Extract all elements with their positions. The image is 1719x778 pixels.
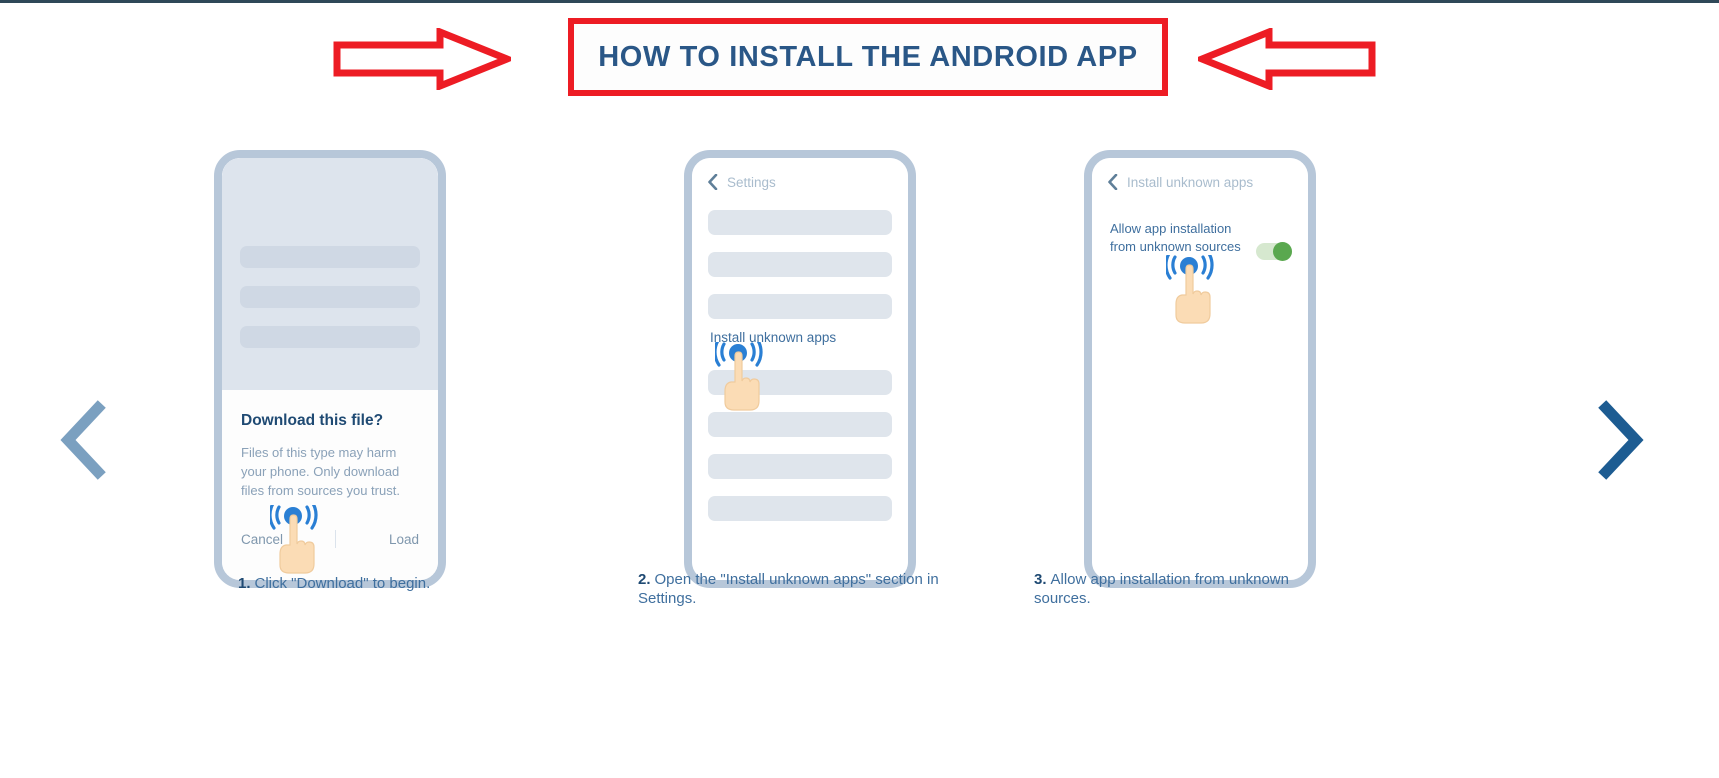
phone-screen-1: Download this file? Files of this type m… bbox=[222, 158, 438, 580]
list-item[interactable] bbox=[708, 412, 892, 437]
page-top-rule bbox=[0, 0, 1719, 3]
download-dialog: Download this file? Files of this type m… bbox=[222, 390, 438, 580]
steps-container: Download this file? Files of this type m… bbox=[0, 150, 1719, 670]
tap-gesture-icon bbox=[1166, 255, 1214, 324]
page-title-box: HOW TO INSTALL THE ANDROID APP bbox=[568, 18, 1168, 96]
step-2-caption-text: Open the "Install unknown apps" section … bbox=[638, 571, 939, 608]
page-title: HOW TO INSTALL THE ANDROID APP bbox=[598, 40, 1138, 73]
arrow-right-outline-icon bbox=[333, 28, 511, 90]
step-3-caption: 3. Allow app installation from unknown so… bbox=[1034, 570, 1334, 608]
phone-screen-3: Install unknown apps Allow app installat… bbox=[1092, 158, 1308, 580]
step-1-number: 1. bbox=[238, 575, 251, 592]
chevron-left-icon[interactable] bbox=[708, 174, 718, 190]
list-item[interactable] bbox=[708, 496, 892, 521]
page-placeholder-area bbox=[222, 158, 438, 390]
page-root: HOW TO INSTALL THE ANDROID APP Download … bbox=[0, 0, 1719, 778]
arrow-left-outline-icon bbox=[1198, 28, 1376, 90]
placeholder-line bbox=[240, 326, 420, 348]
step-1: Download this file? Files of this type m… bbox=[120, 150, 540, 592]
phone-mockup-1: Download this file? Files of this type m… bbox=[214, 150, 446, 588]
download-dialog-actions: Cancel Load bbox=[241, 530, 419, 548]
step-3: Install unknown apps Allow app installat… bbox=[990, 150, 1410, 607]
action-divider bbox=[335, 530, 337, 548]
step-2-number: 2. bbox=[638, 571, 651, 588]
chevron-left-icon[interactable] bbox=[1108, 174, 1118, 190]
download-dialog-body: Files of this type may harm your phone. … bbox=[241, 445, 400, 499]
step-1-caption-text: Click "Download" to begin. bbox=[254, 575, 431, 592]
settings-list-top bbox=[708, 210, 892, 336]
install-unknown-apps-header: Install unknown apps bbox=[1108, 174, 1253, 190]
allow-installation-toggle[interactable] bbox=[1256, 242, 1292, 261]
phone-mockup-3: Install unknown apps Allow app installat… bbox=[1084, 150, 1316, 588]
settings-header: Settings bbox=[708, 174, 776, 190]
step-3-caption-text: Allow app installation from unknown sour… bbox=[1034, 571, 1289, 608]
load-button[interactable]: Load bbox=[389, 532, 419, 547]
settings-header-label: Settings bbox=[727, 174, 776, 190]
list-item[interactable] bbox=[708, 252, 892, 277]
list-item[interactable] bbox=[708, 454, 892, 479]
title-row: HOW TO INSTALL THE ANDROID APP bbox=[0, 12, 1719, 100]
tap-gesture-icon bbox=[715, 342, 763, 411]
list-item[interactable] bbox=[708, 210, 892, 235]
step-2-caption: 2. Open the "Install unknown apps" sectio… bbox=[638, 570, 968, 608]
step-2: Settings Install unknown apps 2. Open th… bbox=[590, 150, 1010, 607]
download-dialog-title: Download this file? bbox=[241, 412, 384, 429]
placeholder-line bbox=[240, 286, 420, 308]
toggle-knob bbox=[1273, 242, 1292, 261]
placeholder-line bbox=[240, 246, 420, 268]
step-3-number: 3. bbox=[1034, 571, 1047, 588]
list-item[interactable] bbox=[708, 294, 892, 319]
step-1-caption: 1. Click "Download" to begin. bbox=[238, 574, 568, 593]
tap-gesture-icon bbox=[270, 505, 318, 574]
allow-installation-label: Allow app installation from unknown sour… bbox=[1110, 221, 1241, 255]
install-unknown-apps-header-label: Install unknown apps bbox=[1127, 174, 1254, 190]
